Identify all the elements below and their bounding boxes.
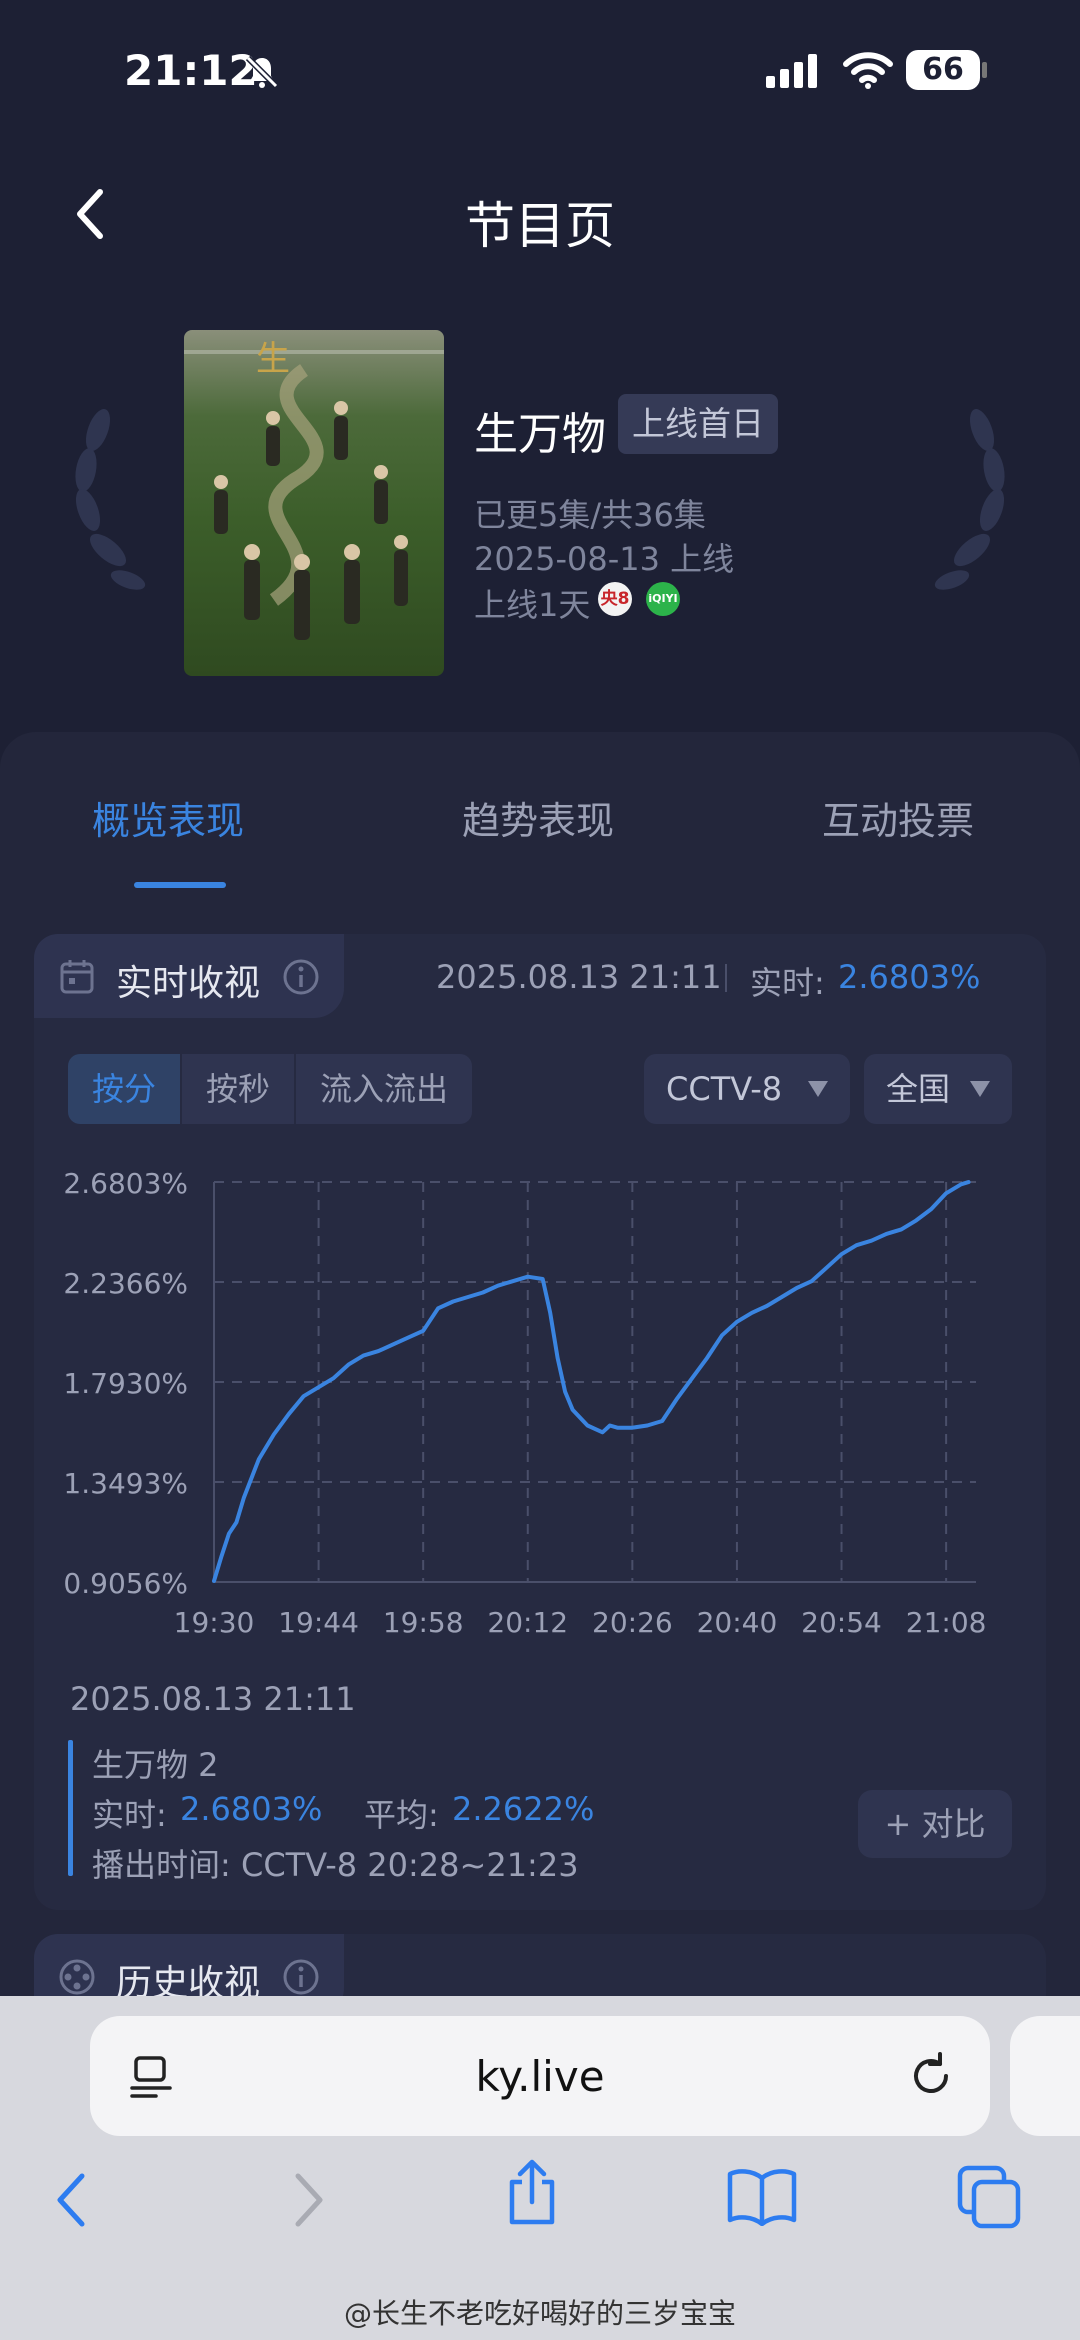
segment-by-minute[interactable]: 按分 xyxy=(68,1054,180,1124)
url-text[interactable]: ky.live xyxy=(90,2052,990,2101)
release-date: 2025-08-13 上线 xyxy=(474,540,735,578)
cctv8-channel-badge: 央8 xyxy=(598,582,632,616)
segment-by-second[interactable]: 按秒 xyxy=(182,1054,294,1124)
divider xyxy=(725,964,727,992)
x-tick-label: 19:30 xyxy=(174,1606,255,1639)
realtime-title: 实时收视 xyxy=(116,963,261,1004)
tab-vote[interactable]: 互动投票 xyxy=(822,790,974,845)
tabs-icon[interactable] xyxy=(956,2164,1022,2230)
detail-airtime-value: CCTV-8 20:28~21:23 xyxy=(240,1846,579,1884)
channel-dropdown[interactable]: CCTV-8 xyxy=(644,1054,850,1124)
y-tick-label: 2.6803% xyxy=(63,1167,188,1200)
info-icon[interactable] xyxy=(282,958,320,996)
realtime-rating: 2.6803% xyxy=(838,958,981,996)
laurel-left-icon xyxy=(75,409,146,590)
y-tick-label: 0.9056% xyxy=(63,1567,188,1600)
bell-muted-icon xyxy=(245,55,279,89)
battery-indicator: 66 xyxy=(906,50,980,90)
detail-airtime: 播出时间: CCTV-8 20:28~21:23 xyxy=(92,1840,579,1886)
back-arrow-icon[interactable] xyxy=(70,186,110,242)
rating-line-chart[interactable]: 2.6803% 2.2366% 1.7930% 1.3493% 0.9056% 19:3… xyxy=(0,1150,1080,1650)
tab-trend[interactable]: 趋势表现 xyxy=(462,790,614,845)
svg-text:生: 生 xyxy=(256,339,290,379)
next-tab-preview[interactable] xyxy=(1010,2016,1080,2136)
detail-series-marker xyxy=(68,1740,73,1876)
weibo-watermark: @长生不老吃好喝好的三岁宝宝 xyxy=(343,2297,736,2330)
signal-icon xyxy=(766,54,817,88)
days-online: 上线1天 xyxy=(474,586,591,624)
info-icon[interactable] xyxy=(282,1958,320,1996)
detail-realtime-value: 2.6803% xyxy=(180,1790,323,1828)
battery-tip xyxy=(982,62,987,78)
page-title: 节目页 xyxy=(465,197,615,255)
detail-timestamp: 2025.08.13 21:11 xyxy=(70,1680,356,1718)
show-poster[interactable]: 生 xyxy=(184,330,444,676)
detail-airtime-label: 播出时间: xyxy=(92,1846,231,1884)
region-dropdown[interactable]: 全国 xyxy=(864,1054,1012,1124)
browser-forward-icon[interactable] xyxy=(288,2170,328,2230)
detail-series-name: 生万物 2 xyxy=(92,1746,219,1784)
region-dropdown-value: 全国 xyxy=(886,1070,951,1108)
realtime-timestamp: 2025.08.13 21:11 xyxy=(436,958,722,996)
x-tick-label: 20:12 xyxy=(487,1606,568,1639)
calendar-icon xyxy=(60,960,94,994)
show-title: 生万物 xyxy=(474,409,606,460)
share-icon[interactable] xyxy=(502,2158,562,2228)
launch-badge: 上线首日 xyxy=(618,394,778,454)
y-tick-label: 1.7930% xyxy=(63,1367,188,1400)
wifi-icon xyxy=(843,52,893,89)
x-tick-label: 21:08 xyxy=(906,1606,987,1639)
chevron-down-icon xyxy=(970,1081,990,1097)
x-tick-label: 19:44 xyxy=(278,1606,359,1639)
channel-dropdown-value: CCTV-8 xyxy=(666,1070,783,1108)
detail-realtime-label: 实时: xyxy=(92,1796,167,1834)
compare-button[interactable]: + 对比 xyxy=(858,1790,1012,1858)
x-tick-label: 20:54 xyxy=(801,1606,882,1639)
x-tick-label: 20:40 xyxy=(697,1606,778,1639)
realtime-label: 实时: xyxy=(750,964,825,1002)
y-tick-label: 1.3493% xyxy=(63,1467,188,1500)
iqiyi-channel-badge: iQIYI xyxy=(646,582,680,616)
detail-average-label: 平均: xyxy=(364,1796,439,1834)
laurel-right-icon xyxy=(934,409,1005,590)
x-tick-label: 19:58 xyxy=(383,1606,464,1639)
film-reel-icon xyxy=(59,1959,95,1995)
tab-overview[interactable]: 概览表现 xyxy=(92,790,244,845)
y-tick-label: 2.2366% xyxy=(63,1267,188,1300)
chevron-down-icon xyxy=(808,1081,828,1097)
bookmarks-icon[interactable] xyxy=(726,2166,798,2226)
segment-flow[interactable]: 流入流出 xyxy=(296,1054,472,1124)
detail-average-value: 2.2622% xyxy=(452,1790,595,1828)
rating-series-line xyxy=(212,1180,971,1583)
episode-count: 已更5集/共36集 xyxy=(474,496,706,534)
active-tab-indicator xyxy=(134,882,226,888)
browser-back-icon[interactable] xyxy=(52,2170,92,2230)
status-time: 21:12 xyxy=(124,46,258,95)
reload-icon[interactable] xyxy=(906,2050,956,2100)
x-tick-label: 20:26 xyxy=(592,1606,673,1639)
